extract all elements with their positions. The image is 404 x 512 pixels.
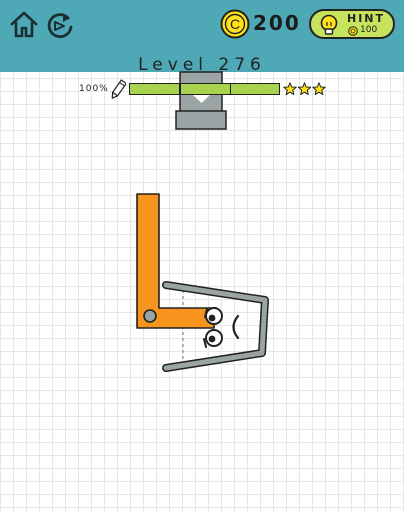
level-title: Level 276 [138,55,266,75]
ink-progress-bar [129,83,280,95]
pencil-icon [111,79,126,99]
ink-progress-fill [130,84,279,94]
star-rating [283,82,326,96]
star-icon [312,82,326,96]
ink-percent: 100% [79,84,109,94]
star-icon [283,82,297,96]
star-threshold-marker [229,83,232,95]
game-scene [136,71,269,372]
water-dispenser [175,71,227,130]
orange-l-lever[interactable] [136,193,215,329]
star-threshold-marker [179,83,181,95]
star-icon [297,82,312,96]
pivot-pin [143,309,157,323]
